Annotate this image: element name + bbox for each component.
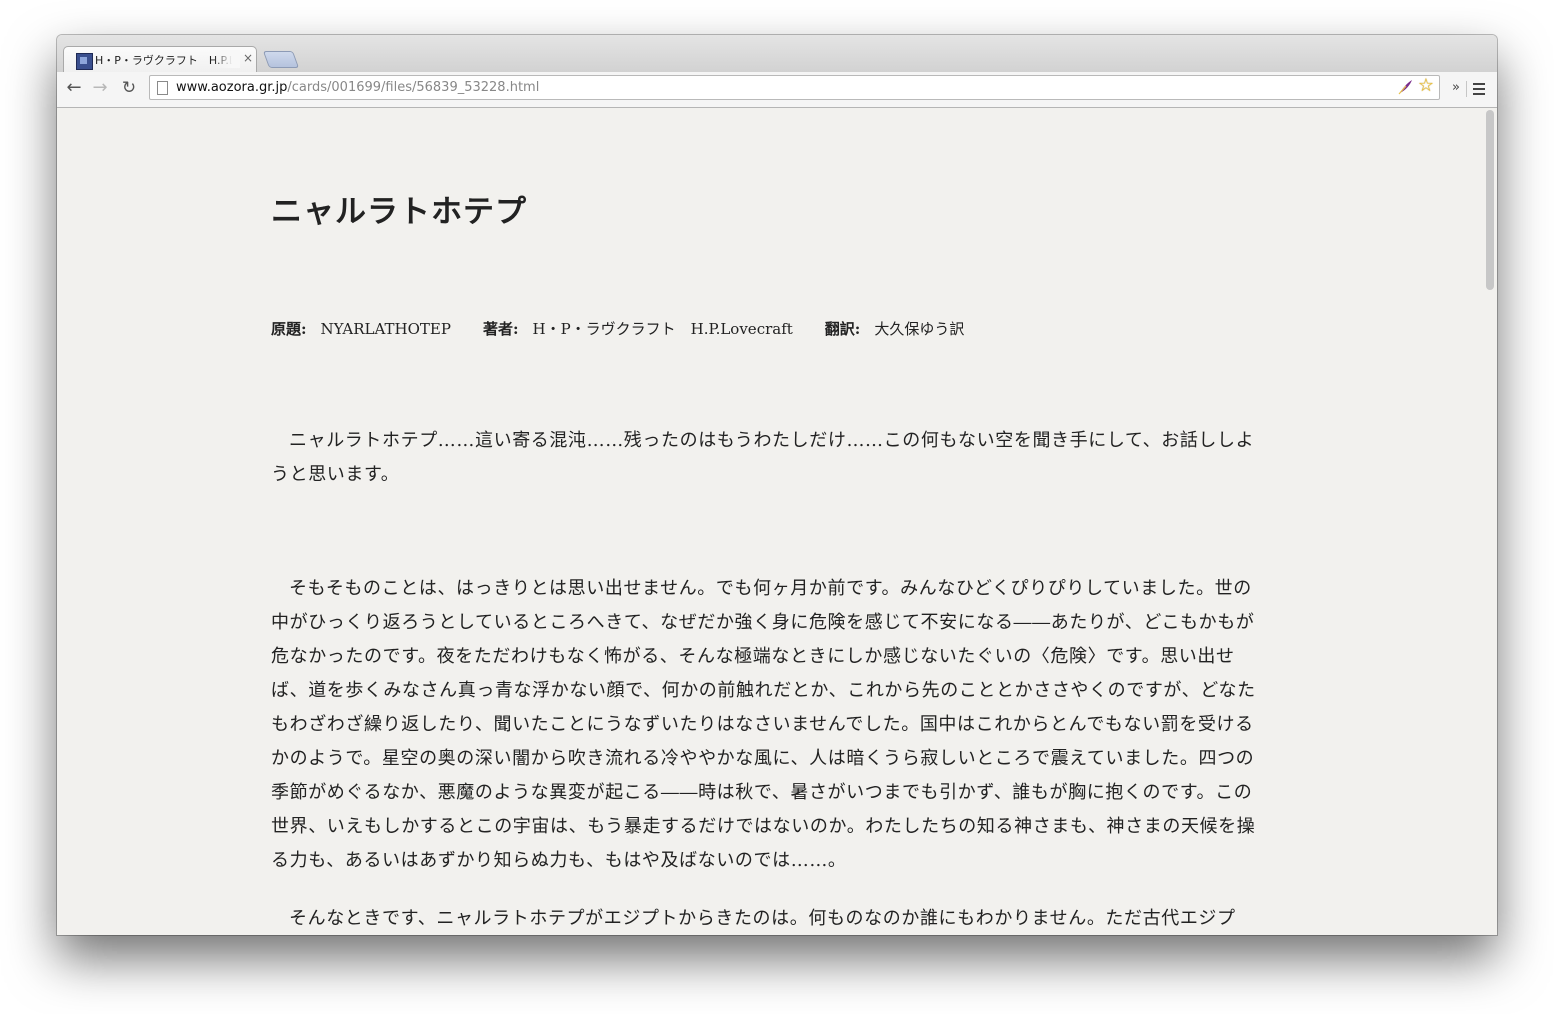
favicon-icon	[76, 53, 93, 70]
author-name: H・P・ラヴクラフト H.P.Lovecraft	[532, 320, 793, 338]
original-title-label: 原題:	[271, 320, 307, 338]
paragraph: そんなときです、ニャルラトホテプがエジプトからきたのは。何ものなのか誰にもわかり…	[289, 908, 1236, 929]
work-metadata: 原題: NYARLATHOTEP 著者: H・P・ラヴクラフト H.P.Lovecra…	[271, 318, 1259, 340]
page-title: ニャルラトホテプ	[271, 194, 527, 230]
author-label: 著者:	[482, 320, 519, 338]
tab-strip: H・P・ラヴクラフト H.P.Lovecraft ×	[57, 35, 1497, 72]
paragraph: ニャルラトホテプ……這い寄る混沌……残ったのはもうわたしだけ……この何もない空を…	[271, 430, 1255, 485]
bookmark-star-icon[interactable]: ☆	[1417, 77, 1435, 95]
translator-label: 翻訳:	[824, 320, 861, 338]
page-icon	[157, 81, 168, 95]
toolbar-divider	[1466, 81, 1467, 97]
url-host: www.aozora.gr.jp	[176, 80, 288, 95]
address-bar[interactable]: www.aozora.gr.jp/cards/001699/files/5683…	[149, 75, 1440, 100]
url-text[interactable]: www.aozora.gr.jp/cards/001699/files/5683…	[176, 80, 539, 96]
page-viewport: ニャルラトホテプ 原題: NYARLATHOTEP 著者: H・P・ラヴクラフト H.…	[57, 108, 1497, 935]
forward-button[interactable]: →	[90, 78, 110, 98]
new-tab-button[interactable]	[262, 51, 300, 68]
paragraph: そもそものことは、はっきりとは思い出せません。でも何ヶ月か前です。みんなひどくぴ…	[271, 578, 1256, 871]
menu-icon[interactable]	[1471, 80, 1488, 98]
browser-toolbar: ← → ↻ www.aozora.gr.jp/cards/001699/file…	[57, 72, 1497, 108]
tab-active[interactable]: H・P・ラヴクラフト H.P.Lovecraft ×	[63, 46, 257, 72]
back-button[interactable]: ←	[64, 78, 84, 98]
translator-name: 大久保ゆう訳	[874, 320, 965, 338]
tab-title-fade	[214, 50, 240, 68]
reload-button[interactable]: ↻	[119, 78, 139, 98]
tab-close-icon[interactable]: ×	[242, 51, 254, 65]
feather-extension-icon[interactable]	[1397, 79, 1413, 95]
scrollbar-thumb[interactable]	[1486, 110, 1494, 290]
original-title: NYARLATHOTEP	[320, 320, 451, 338]
url-path: /cards/001699/files/56839_53228.html	[287, 80, 540, 95]
extensions-overflow-button[interactable]: »	[1449, 79, 1463, 97]
vertical-scrollbar[interactable]	[1483, 108, 1497, 935]
browser-window: H・P・ラヴクラフト H.P.Lovecraft × ← → ↻ www.aoz…	[57, 35, 1497, 935]
